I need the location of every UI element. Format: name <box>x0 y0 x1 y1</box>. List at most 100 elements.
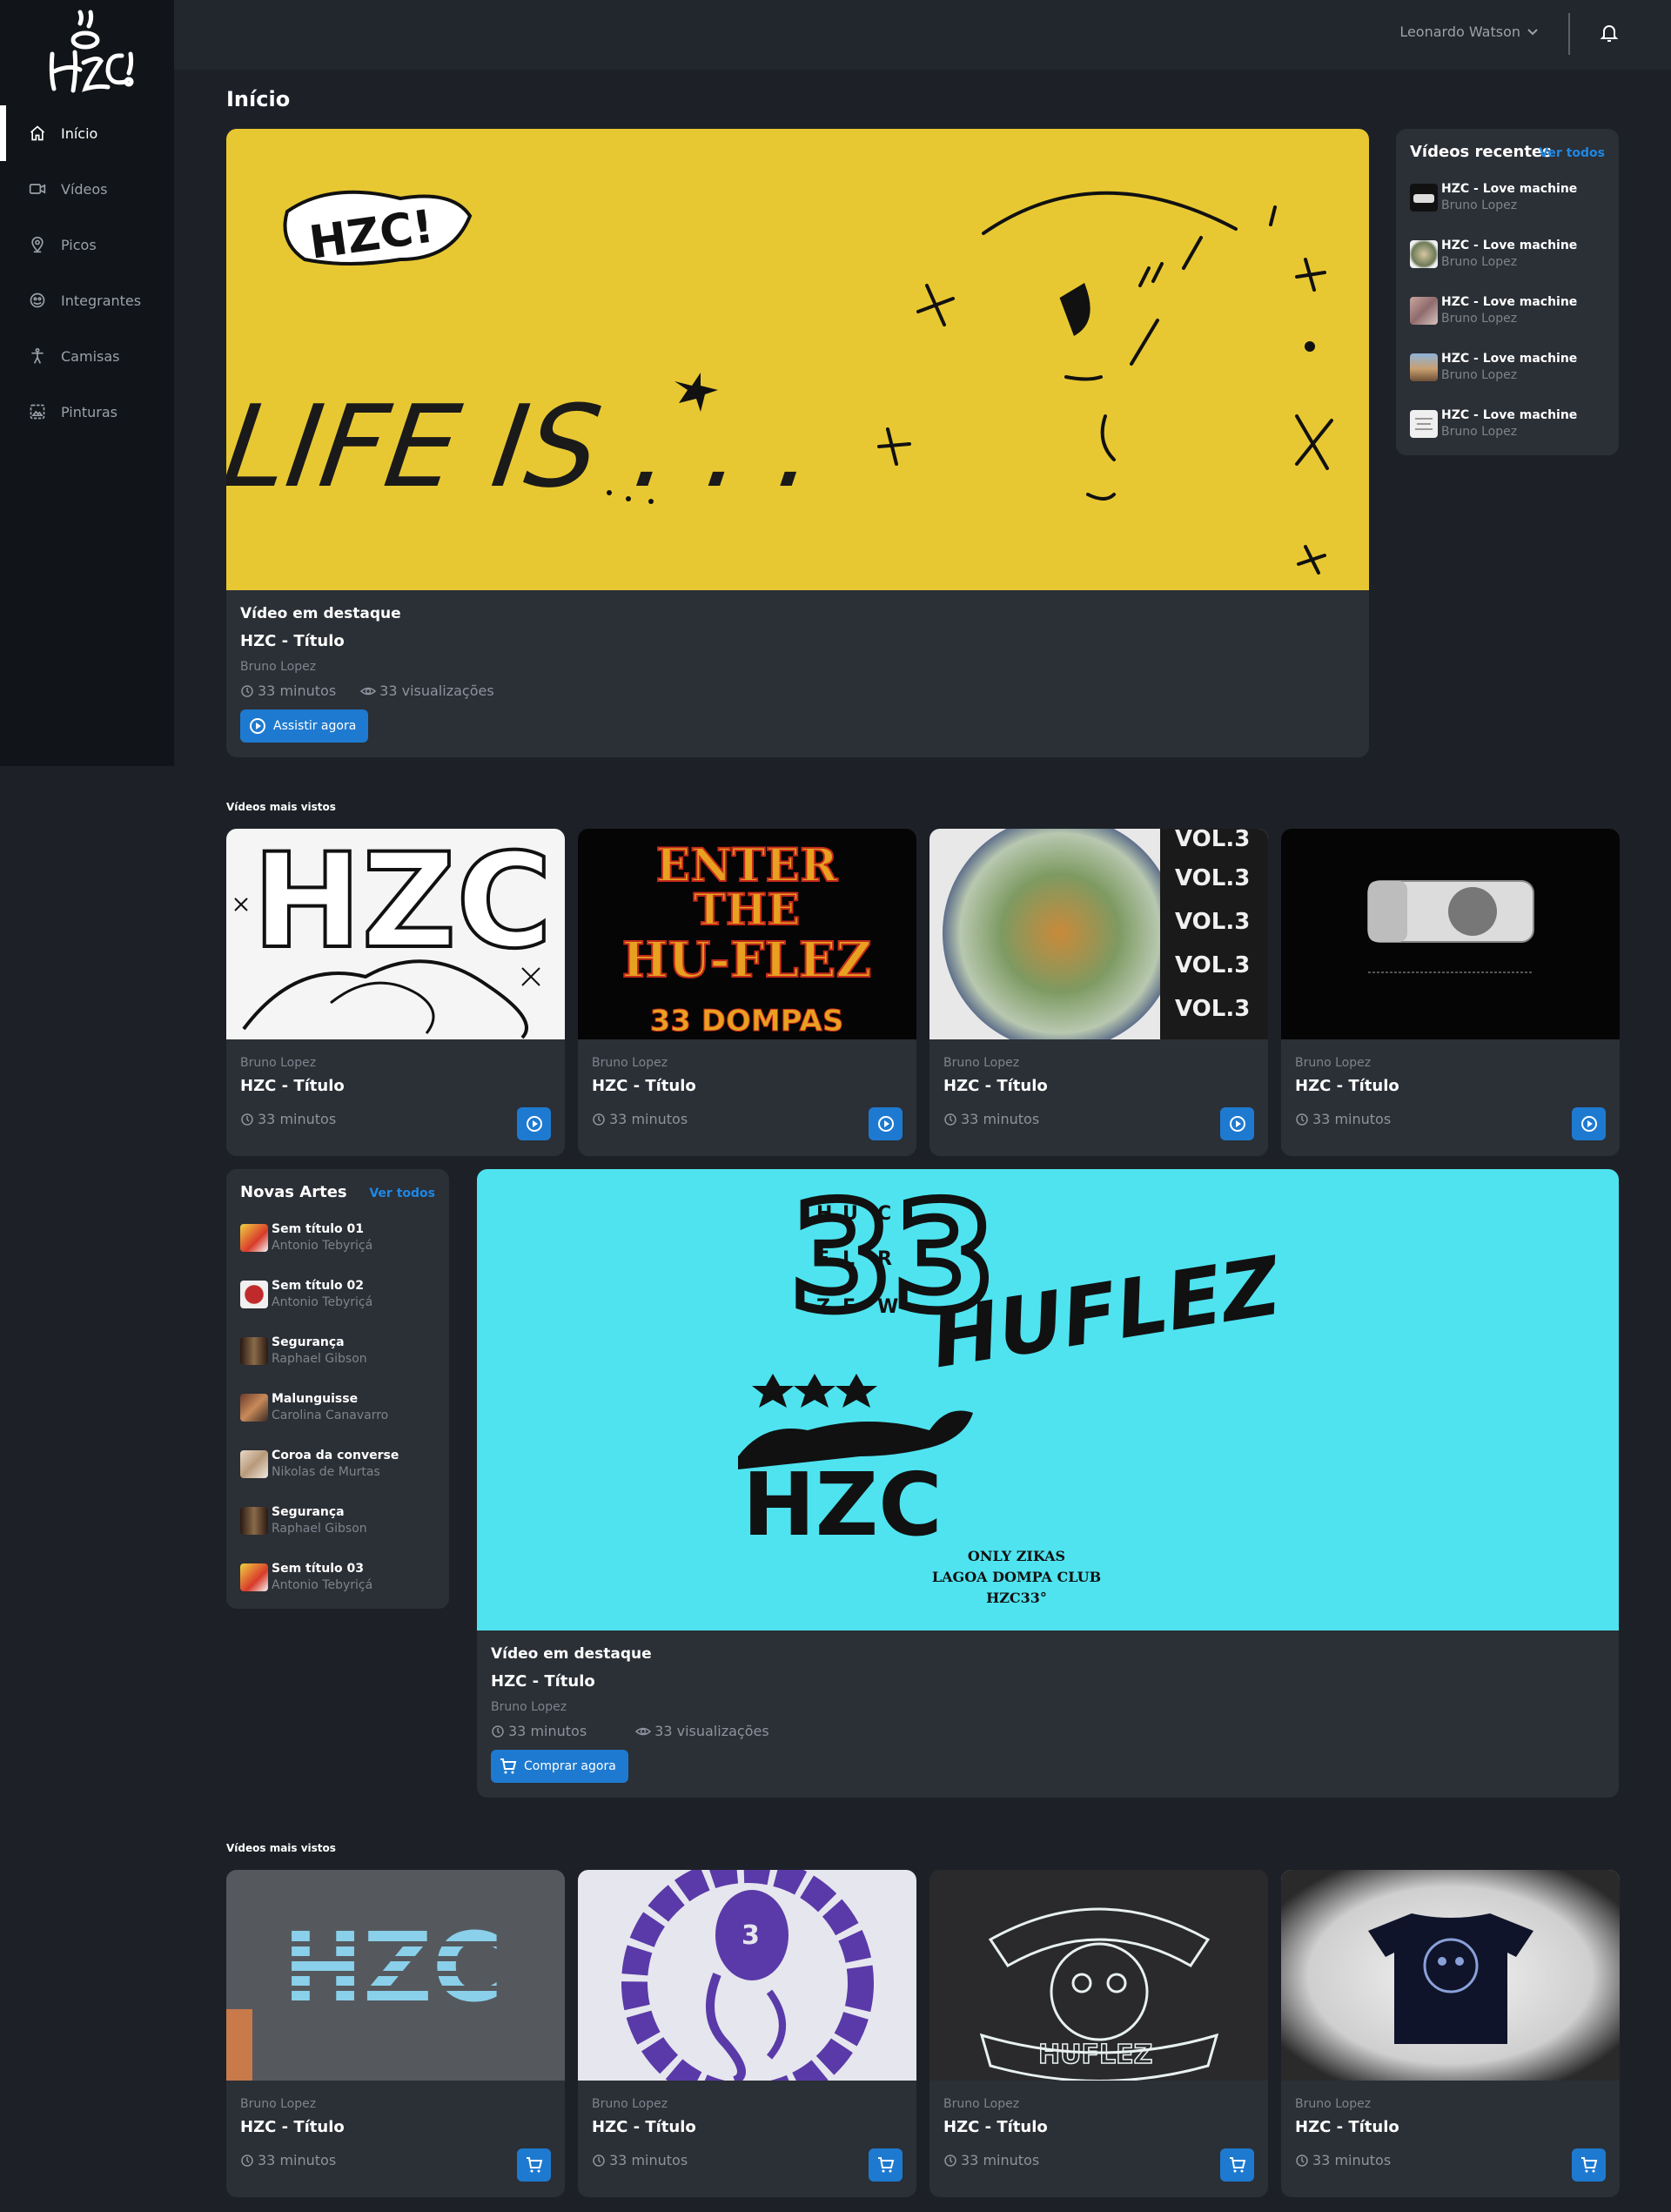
sidebar-item-videos[interactable]: Vídeos <box>0 161 174 217</box>
cart-icon <box>1580 2157 1597 2173</box>
art-item[interactable]: Coroa da converse Nikolas de Murtas <box>240 1447 399 1482</box>
card-author: Bruno Lopez <box>240 2097 317 2111</box>
user-name: Leonardo Watson <box>1399 24 1520 40</box>
new-arts-panel: Novas Artes Ver todos Sem título 01 Anton… <box>226 1169 449 1609</box>
card-duration: 33 minutos <box>240 1111 336 1127</box>
play-button[interactable] <box>869 1107 903 1140</box>
play-button[interactable] <box>517 1107 551 1140</box>
art-title: Sem título 02 <box>272 1279 364 1293</box>
play-circle-icon <box>1580 1116 1597 1132</box>
svg-text:VOL.3: VOL.3 <box>1175 909 1250 935</box>
product-card[interactable]: 3 Bruno Lopez HZC - Título 33 minutos <box>578 1870 916 2197</box>
product-card[interactable]: Bruno Lopez HZC - Título 33 minutos <box>1281 1870 1620 2197</box>
home-icon <box>28 124 47 143</box>
sidebar-item-integrantes[interactable]: Integrantes <box>0 272 174 328</box>
play-circle-icon <box>877 1116 894 1132</box>
featured-banner-image[interactable]: 33 HUC FLR ZEW HUFLEZ HZC ONLY ZIKAS LAG… <box>477 1169 1619 1630</box>
video-card[interactable]: HZC Bruno Lopez HZC - Título 33 minutos <box>226 829 565 1156</box>
card-duration: 33 minutos <box>1295 1111 1391 1127</box>
featured-banner-image[interactable]: HZC! LIFE IS . . . <box>226 129 1369 590</box>
art-title: Segurança <box>272 1505 345 1519</box>
duration-text: 33 minutos <box>1312 2152 1392 2168</box>
featured-label: Vídeo em destaque <box>240 605 401 622</box>
art-item[interactable]: Sem título 03 Antonio Tebyriçá <box>240 1560 372 1595</box>
sidebar-item-picos[interactable]: Picos <box>0 217 174 272</box>
art-line-2: LAGOA DOMPA CLUB <box>932 1569 1101 1585</box>
duration-text: 33 minutos <box>961 2152 1040 2168</box>
clock-icon <box>593 2154 605 2167</box>
hzc-logo[interactable] <box>35 2 139 104</box>
art-title: Sem título 01 <box>272 1222 364 1236</box>
art-item[interactable]: Sem título 01 Antonio Tebyriçá <box>240 1220 372 1255</box>
user-menu[interactable]: Leonardo Watson <box>1399 24 1538 40</box>
recent-see-all-link[interactable]: Ver todos <box>1539 146 1605 160</box>
recent-video-title: HZC - Love machine <box>1441 408 1578 422</box>
sidebar-item-label: Início <box>61 124 98 142</box>
recent-video-author: Bruno Lopez <box>1441 255 1518 269</box>
art-title: Segurança <box>272 1335 345 1349</box>
sidebar-item-pinturas[interactable]: Pinturas <box>0 384 174 440</box>
page-title: Início <box>226 87 291 111</box>
art-item[interactable]: Segurança Raphael Gibson <box>240 1503 367 1538</box>
recent-video-item[interactable]: HZC - Love machine Bruno Lopez <box>1410 407 1577 441</box>
art-thumbnail <box>240 1394 268 1422</box>
recent-video-author: Bruno Lopez <box>1441 198 1518 212</box>
svg-text:33 DOMPAS: 33 DOMPAS <box>650 1004 844 1039</box>
featured-label: Vídeo em destaque <box>491 1645 652 1663</box>
card-duration: 33 minutos <box>592 1111 688 1127</box>
art-thumbnail <box>240 1281 268 1308</box>
card-author: Bruno Lopez <box>1295 2097 1372 2111</box>
sidebar-item-inicio[interactable]: Início <box>0 105 174 161</box>
art-item[interactable]: Sem título 02 Antonio Tebyriçá <box>240 1277 372 1312</box>
buy-now-label: Comprar agora <box>524 1759 616 1773</box>
buy-now-button[interactable]: Comprar agora <box>491 1750 628 1783</box>
video-card[interactable]: Bruno Lopez HZC - Título 33 minutos <box>1281 829 1620 1156</box>
new-arts-title: Novas Artes <box>240 1183 347 1201</box>
recent-video-title: HZC - Love machine <box>1441 182 1578 196</box>
clock-icon <box>944 1113 956 1126</box>
video-thumbnail <box>1410 297 1438 325</box>
video-thumbnail <box>1410 184 1438 212</box>
featured-meta: 33 minutos 33 visualizações <box>491 1723 794 1739</box>
recent-video-item[interactable]: HZC - Love machine Bruno Lopez <box>1410 350 1577 385</box>
svg-text:HU-FLEZ: HU-FLEZ <box>622 931 872 989</box>
card-duration: 33 minutos <box>592 2152 688 2168</box>
duration-text: 33 minutos <box>258 1111 337 1127</box>
cart-icon <box>877 2157 894 2173</box>
product-thumbnail <box>1281 1870 1620 2081</box>
art-author: Carolina Canavarro <box>272 1409 389 1422</box>
product-card[interactable]: HUFLEZ Bruno Lopez HZC - Título 33 minut… <box>929 1870 1268 2197</box>
watch-now-button[interactable]: Assistir agora <box>240 709 369 743</box>
recent-video-item[interactable]: HZC - Love machine Bruno Lopez <box>1410 237 1577 272</box>
card-title: HZC - Título <box>943 2118 1048 2136</box>
art-item[interactable]: Malunguisse Carolina Canavarro <box>240 1390 388 1425</box>
play-button[interactable] <box>1220 1107 1254 1140</box>
cart-button[interactable] <box>1572 2148 1606 2182</box>
art-item[interactable]: Segurança Raphael Gibson <box>240 1334 367 1368</box>
video-card[interactable]: VOL.3 VOL.3 VOL.3 VOL.3 VOL.3 Bruno Lopez HZ… <box>929 829 1268 1156</box>
recent-video-author: Bruno Lopez <box>1441 368 1518 382</box>
cart-button[interactable] <box>869 2148 903 2182</box>
card-title: HZC - Título <box>240 1077 345 1095</box>
recent-video-item[interactable]: HZC - Love machine Bruno Lopez <box>1410 180 1577 215</box>
sidebar-item-camisas[interactable]: Camisas <box>0 328 174 384</box>
users-icon <box>28 291 47 310</box>
recent-video-title: HZC - Love machine <box>1441 239 1578 252</box>
video-card[interactable]: ENTER THE HU-FLEZ 33 DOMPAS Bruno Lopez … <box>578 829 916 1156</box>
product-card[interactable]: HZC Bruno Lopez HZC - Título 33 minutos <box>226 1870 565 2197</box>
duration-text: 33 minutos <box>961 1111 1040 1127</box>
featured-author: Bruno Lopez <box>240 660 317 674</box>
cart-icon <box>500 1758 517 1774</box>
new-arts-see-all-link[interactable]: Ver todos <box>369 1187 435 1200</box>
bell-icon[interactable] <box>1599 22 1620 44</box>
svg-text:E: E <box>842 1296 856 1318</box>
cart-button[interactable] <box>1220 2148 1254 2182</box>
featured-video-card: HZC! LIFE IS . . . Vídeo em destaque HZC… <box>226 129 1369 757</box>
cart-button[interactable] <box>517 2148 551 2182</box>
video-thumbnail <box>1410 353 1438 381</box>
clock-icon <box>1296 1113 1308 1126</box>
recent-video-title: HZC - Love machine <box>1441 352 1578 366</box>
clock-icon <box>1296 2154 1308 2167</box>
recent-video-item[interactable]: HZC - Love machine Bruno Lopez <box>1410 293 1577 328</box>
play-button[interactable] <box>1572 1107 1606 1140</box>
